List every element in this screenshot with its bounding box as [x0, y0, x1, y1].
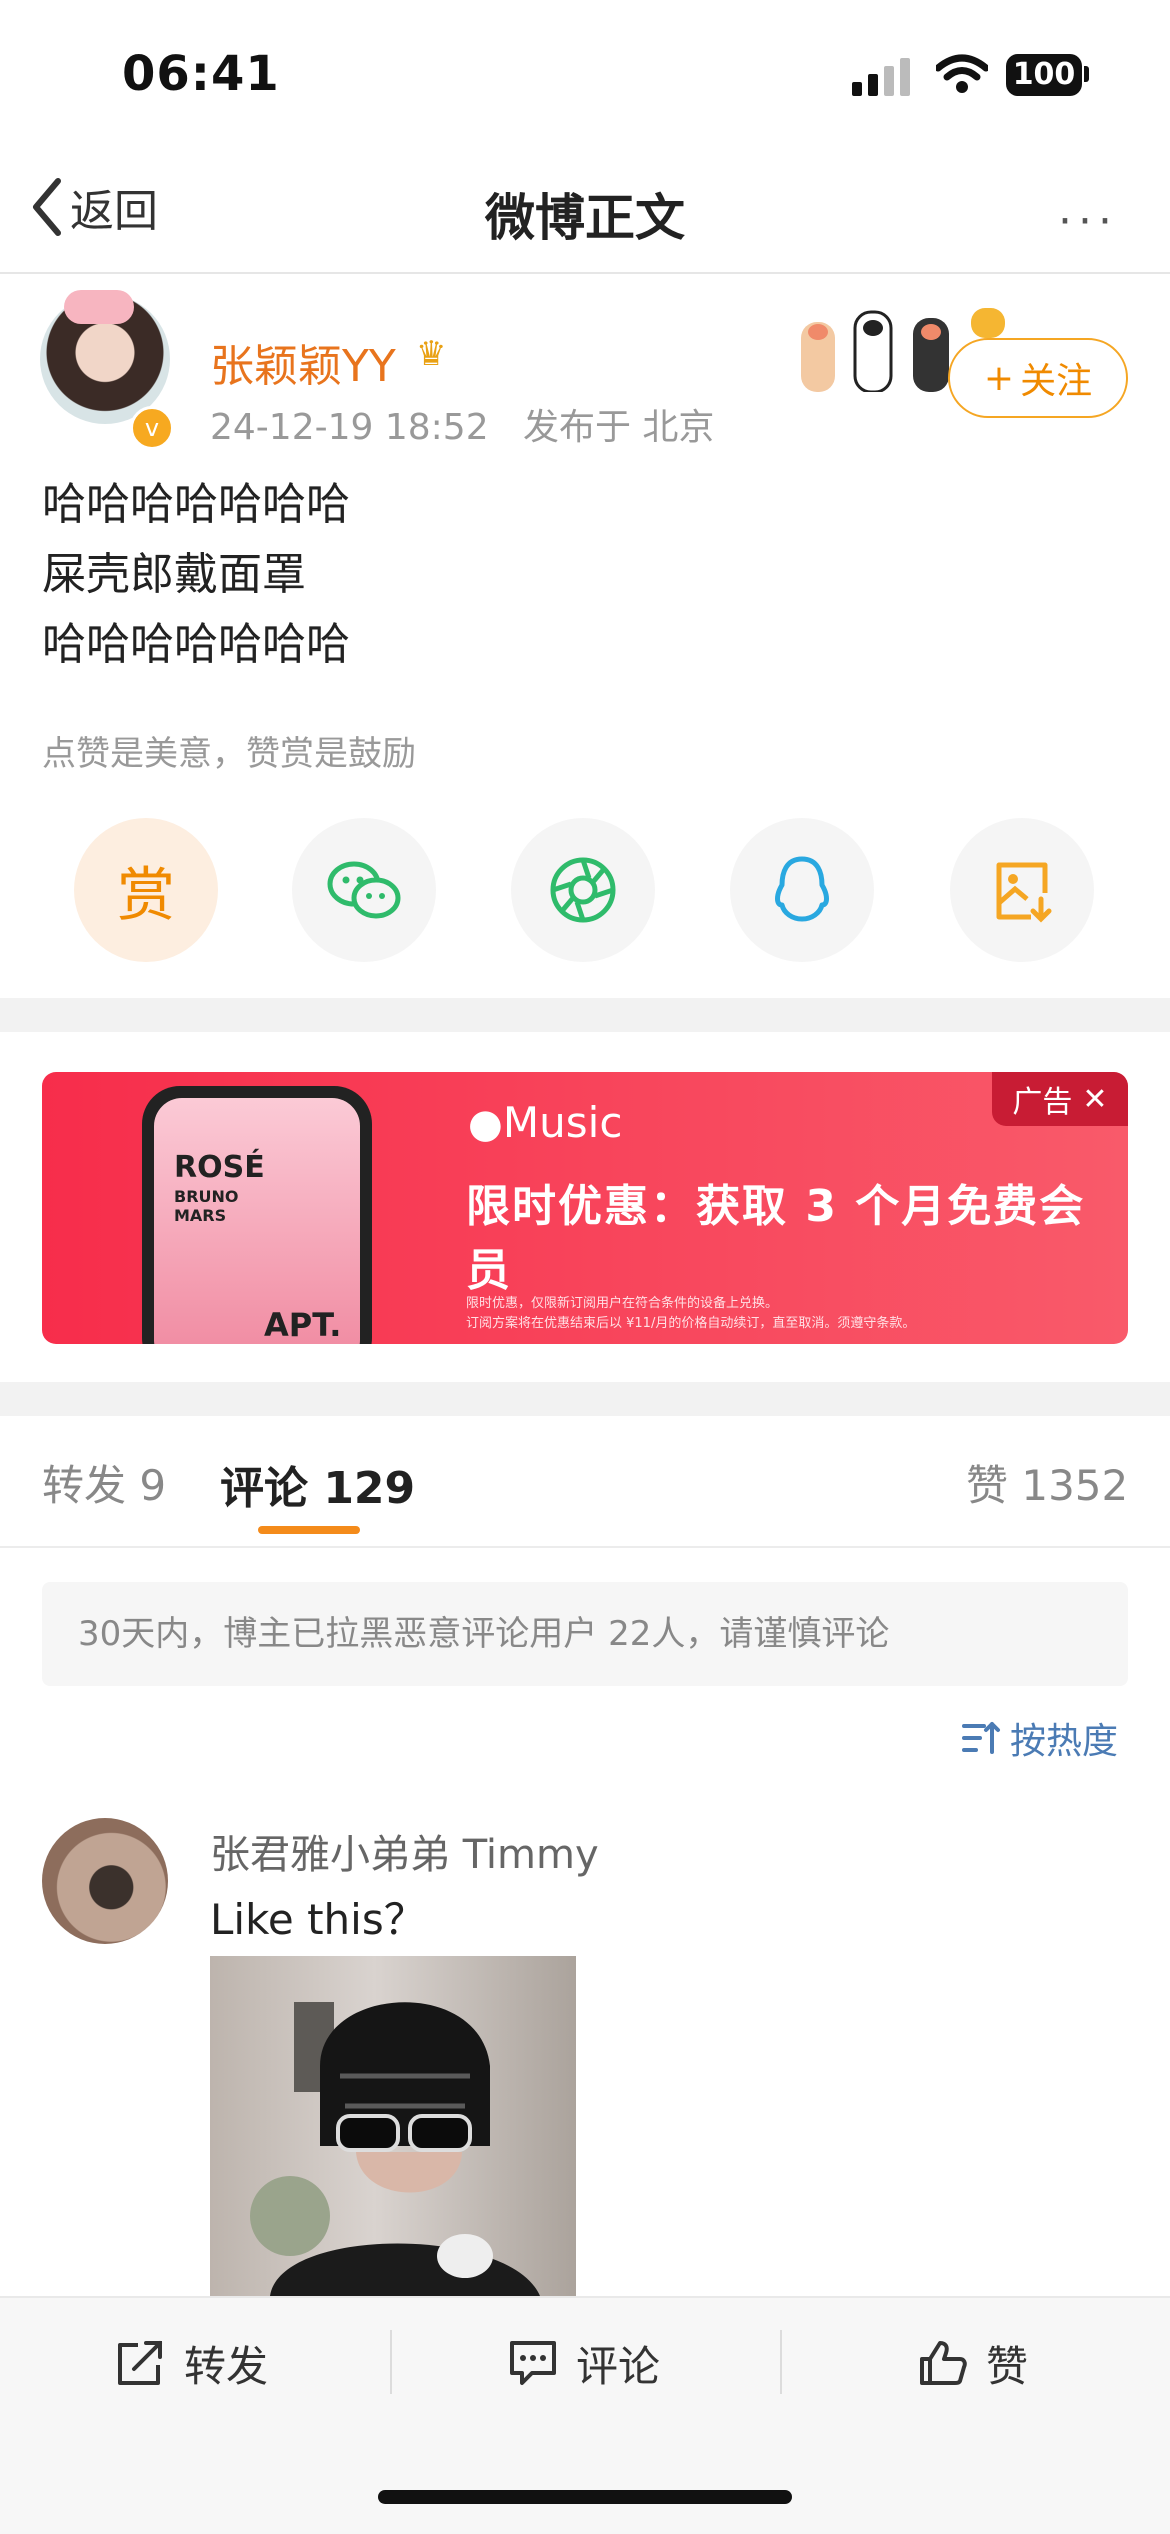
post-text: 哈哈哈哈哈哈哈 屎壳郎戴面罩 哈哈哈哈哈哈哈	[42, 479, 350, 670]
qq-icon	[775, 856, 829, 922]
comment-notice: 30天内，博主已拉黑恶意评论用户 22人，请谨慎评论	[42, 1582, 1128, 1686]
share-qq-button[interactable]	[730, 818, 874, 962]
save-image-icon	[996, 862, 1052, 923]
comment-label: 评论	[576, 2341, 661, 2391]
divider	[390, 2330, 392, 2394]
like-label: 赞	[986, 2341, 1029, 2391]
battery-tip	[1084, 66, 1089, 82]
ad-close-badge[interactable]: 广告 ✕	[992, 1072, 1128, 1126]
reward-icon: 赏	[116, 861, 175, 929]
tab-likes[interactable]: 赞 1352	[966, 1452, 1128, 1513]
repost-label: 转发	[184, 2341, 269, 2391]
wechat-icon	[327, 861, 401, 919]
wifi-icon	[936, 54, 988, 93]
ad-phone-screen: ROSÉ BRUNO MARS APT.	[154, 1098, 360, 1344]
home-indicator	[378, 2490, 792, 2504]
tab-repost[interactable]: 转发 9	[42, 1452, 166, 1513]
ad-brand: ●Music	[468, 1098, 623, 1147]
reward-hint: 点赞是美意，赞赏是鼓励	[42, 734, 416, 774]
section-gap	[0, 1382, 1170, 1416]
post-meta: 24-12-19 18:52 发布于 北京	[210, 398, 714, 450]
commenter-avatar[interactable]	[42, 1818, 168, 1944]
share-arrow-icon	[118, 2341, 162, 2385]
reward-button[interactable]: 赏	[74, 818, 218, 962]
ad-album-artist: ROSÉ BRUNO MARS	[174, 1150, 265, 1225]
save-image-button[interactable]	[950, 818, 1094, 962]
ad-headline: 限时优惠：获取 3 个月免费会员	[466, 1181, 1086, 1296]
thumbs-up-icon	[920, 2341, 967, 2385]
share-wechat-button[interactable]	[292, 818, 436, 962]
comment-image[interactable]	[210, 1956, 576, 2296]
status-time: 06:41	[122, 46, 280, 102]
ad-label: 广告	[1012, 1085, 1073, 1120]
comment-button[interactable]: 评论	[508, 2336, 660, 2391]
post-timestamp: 24-12-19 18:52	[210, 407, 489, 448]
verified-badge-icon: v	[130, 406, 174, 450]
plus-icon: +	[983, 357, 1015, 399]
pig-decoration-icon	[64, 290, 134, 324]
post-location: 发布于 北京	[522, 407, 715, 448]
close-icon: ✕	[1082, 1081, 1108, 1117]
sort-label: 按热度	[1010, 1721, 1119, 1762]
apple-logo-icon: ●	[468, 1101, 503, 1147]
share-moments-button[interactable]	[511, 818, 655, 962]
section-gap	[0, 998, 1170, 1032]
tab-active-indicator	[258, 1526, 360, 1534]
divider	[0, 1546, 1170, 1548]
comment-icon	[510, 2341, 556, 2385]
sort-icon	[962, 1722, 1000, 1754]
sort-button[interactable]: 按热度	[962, 1712, 1118, 1764]
more-options-icon[interactable]: ···	[1058, 196, 1118, 247]
ad-phone-image: ROSÉ BRUNO MARS APT.	[142, 1086, 372, 1344]
ad-fine-print: 订阅方案将在优惠结束后以 ¥11/月的价格自动续订，直至取消。须遵守条款。	[466, 1316, 916, 1331]
follow-label: 关注	[1020, 361, 1093, 402]
commenter-name[interactable]: 张君雅小弟弟 Timmy	[210, 1822, 599, 1880]
moments-icon	[550, 857, 616, 923]
crown-icon: ♛	[416, 334, 447, 374]
signal-icon	[852, 58, 910, 96]
follow-button[interactable]: + 关注	[948, 338, 1128, 418]
like-button[interactable]: 赞	[918, 2336, 1028, 2391]
page-title: 微博正文	[485, 189, 685, 247]
battery-indicator: 100	[1006, 54, 1082, 96]
comment-text: Like this？	[210, 1895, 426, 1944]
ad-album-title: APT.	[264, 1306, 342, 1344]
divider	[780, 2330, 782, 2394]
apple-music-ad[interactable]: ROSÉ BRUNO MARS APT. ●Music 限时优惠：获取 3 个月…	[42, 1072, 1128, 1344]
repost-button[interactable]: 转发	[116, 2336, 268, 2391]
tab-comments[interactable]: 评论 129	[220, 1452, 415, 1516]
comment-photo	[250, 2002, 540, 2296]
author-name[interactable]: 张颖颖YY	[210, 330, 396, 394]
ad-fine-print: 限时优惠，仅限新订阅用户在符合条件的设备上兑换。	[466, 1296, 779, 1311]
